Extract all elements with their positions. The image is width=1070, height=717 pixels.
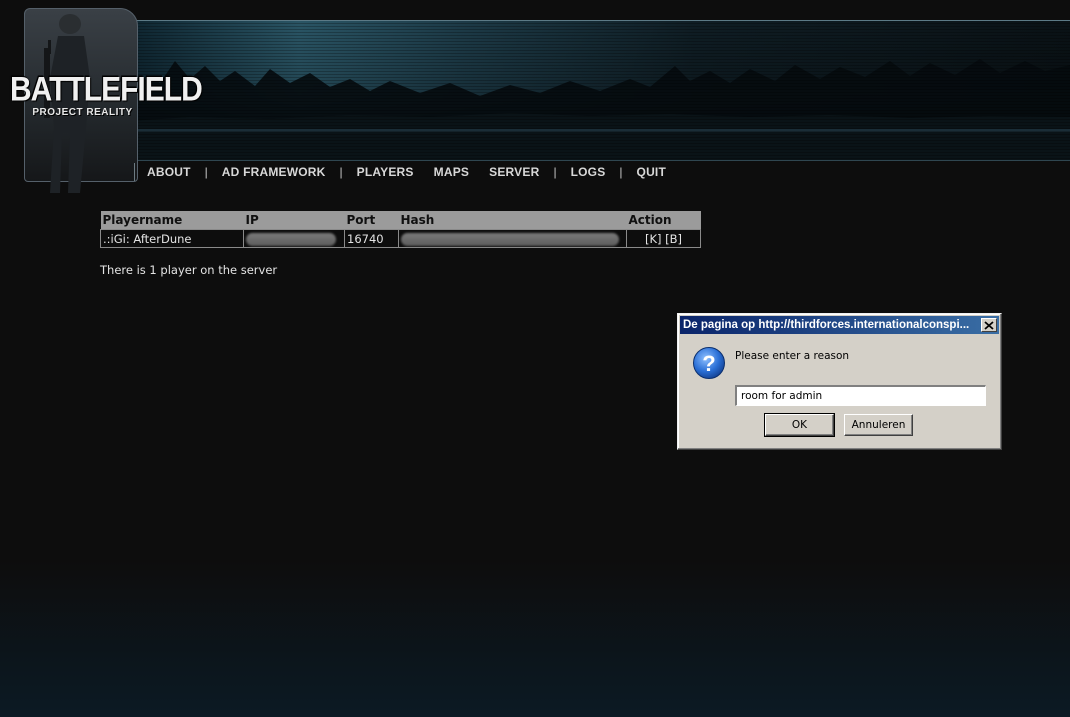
col-header-hash: Hash [398, 211, 627, 230]
nav-separator: | [339, 165, 343, 179]
redacted-ip [246, 232, 336, 246]
close-icon [984, 320, 994, 330]
banner-divider [130, 160, 1070, 161]
nav-ad-framework[interactable]: AD FRAMEWORK [222, 165, 326, 179]
cell-ip-redacted [243, 229, 345, 248]
dialog-title: De pagina op http://thirdforces.internat… [683, 319, 970, 331]
nav-quit[interactable]: QUIT [637, 165, 666, 179]
nav-separator: | [619, 165, 623, 179]
table-header-row: Playername IP Port Hash Action [100, 211, 701, 230]
reason-input[interactable] [735, 385, 986, 406]
players-table: Playername IP Port Hash Action .:iGi: Af… [100, 211, 701, 248]
forest-banner-image [130, 20, 1070, 161]
nav-separator: | [553, 165, 557, 179]
kick-ban-links[interactable]: [K] [B] [645, 232, 682, 246]
cell-playername: .:iGi: AfterDune [100, 229, 244, 248]
dialog-titlebar[interactable]: De pagina op http://thirdforces.internat… [680, 316, 999, 334]
cell-hash-redacted [398, 229, 627, 248]
nav-server[interactable]: SERVER [489, 165, 539, 179]
dialog-close-button[interactable] [981, 318, 997, 332]
svg-text:?: ? [702, 351, 715, 376]
col-header-ip: IP [243, 211, 345, 230]
ok-button[interactable]: OK [764, 413, 835, 437]
logo-sub-text: PROJECT REALITY [32, 107, 133, 118]
logo-main-text: BATTLEFIELD [10, 70, 203, 109]
cell-actions: [K] [B] [626, 229, 701, 248]
nav-logs[interactable]: LOGS [571, 165, 606, 179]
question-icon: ? [693, 347, 725, 379]
cancel-button[interactable]: Annuleren [844, 414, 913, 436]
nav-maps[interactable]: MAPS [434, 165, 469, 179]
dialog-message: Please enter a reason [735, 350, 850, 362]
col-header-port: Port [344, 211, 399, 230]
battlefield-logo[interactable]: BATTLEFIELD PROJECT REALITY [10, 70, 203, 118]
nav-separator: | [204, 165, 208, 179]
table-row: .:iGi: AfterDune 16740 [K] [B] [100, 229, 701, 248]
nav-players[interactable]: PLAYERS [357, 165, 414, 179]
player-count-text: There is 1 player on the server [100, 263, 278, 277]
scanline-overlay [130, 21, 1070, 161]
redacted-hash [401, 232, 619, 246]
prompt-dialog: De pagina op http://thirdforces.internat… [677, 313, 1002, 450]
col-header-playername: Playername [100, 211, 244, 230]
cell-port: 16740 [344, 229, 399, 248]
main-nav: ABOUT | AD FRAMEWORK | PLAYERS MAPS SERV… [134, 163, 666, 181]
col-header-action: Action [626, 211, 701, 230]
nav-about[interactable]: ABOUT [147, 165, 191, 179]
